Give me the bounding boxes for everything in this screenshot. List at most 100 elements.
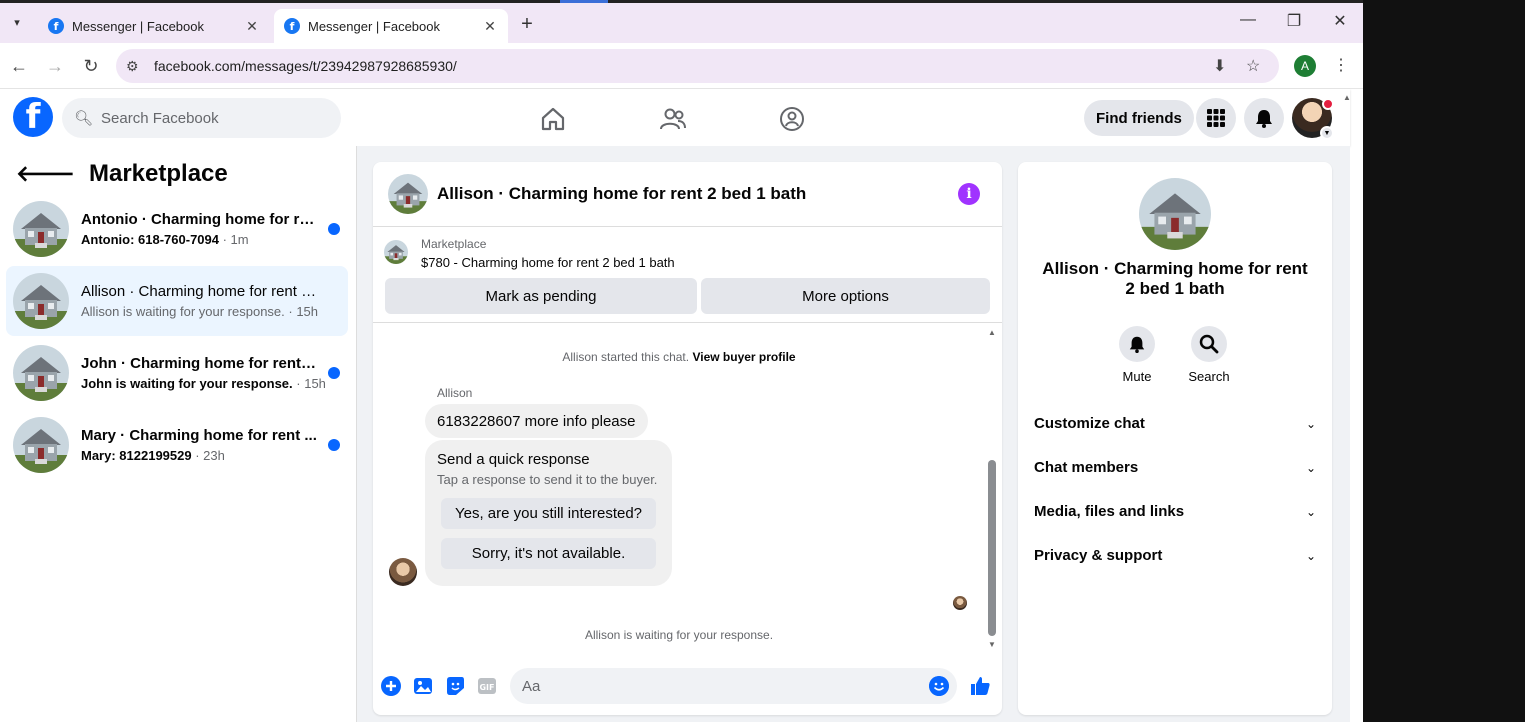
tab-title: Messenger | Facebook <box>308 18 440 34</box>
quick-response-option[interactable]: Yes, are you still interested? <box>441 498 656 529</box>
chat-members-section[interactable]: Chat members ⌄ <box>1034 459 1316 476</box>
minimize-icon[interactable]: — <box>1228 11 1268 29</box>
message-bubble[interactable]: 6183228607 more info please <box>425 404 648 438</box>
conversation-item[interactable]: Antonio · Charming home for re... Antonio… <box>6 194 348 264</box>
listing-price-title[interactable]: $780 - Charming home for rent 2 bed 1 ba… <box>421 255 675 270</box>
tab-search-chevron-icon[interactable]: ▾ <box>6 11 28 33</box>
privacy-support-section[interactable]: Privacy & support ⌄ <box>1034 547 1316 564</box>
notification-badge <box>1322 98 1334 110</box>
scroll-up-icon[interactable]: ▲ <box>988 328 996 337</box>
facebook-logo-icon[interactable]: f <box>13 97 53 137</box>
listing-large-thumbnail[interactable] <box>1139 178 1211 250</box>
customize-chat-section[interactable]: Customize chat ⌄ <box>1034 415 1316 432</box>
menu-grid-button[interactable] <box>1196 98 1236 138</box>
media-files-links-section[interactable]: Media, files and links ⌄ <box>1034 503 1316 520</box>
mute-button[interactable] <box>1119 326 1155 362</box>
facebook-search-input[interactable]: 🔍︎ Search Facebook <box>62 98 341 138</box>
install-app-icon[interactable]: ⬇ <box>1213 56 1226 76</box>
facebook-favicon-icon: f <box>48 18 64 34</box>
chevron-down-icon: ▼ <box>1320 126 1334 140</box>
back-arrow-icon[interactable]: 🡐 <box>16 161 75 187</box>
thread-scrollbar[interactable]: ▲ ▼ <box>987 324 997 650</box>
preview-time: · 1m <box>219 232 249 247</box>
conversation-name: John · Charming home for rent 2... <box>81 355 319 372</box>
conversation-preview: Mary: 8122199529 · 23h <box>81 448 319 463</box>
url-input[interactable]: facebook.com/messages/t/2394298792868593… <box>116 49 1279 83</box>
notifications-button[interactable] <box>1244 98 1284 138</box>
conversation-item[interactable]: Allison · Charming home for rent 2... All… <box>6 266 348 336</box>
conversation-text: Allison · Charming home for rent 2... All… <box>81 283 319 319</box>
panel-header: 🡐 Marketplace <box>16 160 228 188</box>
sender-name: Allison <box>437 386 473 400</box>
account-avatar[interactable]: ▼ <box>1292 98 1334 140</box>
reload-icon[interactable]: ↻ <box>80 56 102 77</box>
conversation-preview: Allison is waiting for your response. · … <box>81 304 319 319</box>
conversation-preview: Antonio: 618-760-7094 · 1m <box>81 232 319 247</box>
bookmark-star-icon[interactable]: ☆ <box>1246 56 1260 76</box>
unread-dot <box>328 439 340 451</box>
sender-avatar[interactable] <box>389 558 417 586</box>
gif-icon[interactable]: GIF <box>475 674 499 698</box>
listing-thumbnail[interactable] <box>388 174 428 214</box>
sticker-icon[interactable] <box>443 674 467 698</box>
section-label: Chat members <box>1034 459 1139 476</box>
browser-menu-icon[interactable]: ⋮ <box>1333 55 1349 75</box>
conversation-text: Mary · Charming home for rent ... Mary: 8… <box>81 427 319 463</box>
listing-thumbnail <box>13 417 69 473</box>
section-label: Media, files and links <box>1034 503 1185 520</box>
photo-icon[interactable] <box>411 674 435 698</box>
preview-time: · 15h <box>284 304 319 319</box>
tab-messenger-1[interactable]: f Messenger | Facebook ✕ <box>38 9 270 43</box>
info-icon[interactable]: i <box>958 183 980 205</box>
conversation-name: Antonio · Charming home for re... <box>81 211 319 228</box>
close-tab-icon[interactable]: ✕ <box>244 18 260 35</box>
find-friends-button[interactable]: Find friends <box>1084 100 1194 136</box>
thumbs-up-icon[interactable] <box>968 674 992 698</box>
view-buyer-profile-link[interactable]: View buyer profile <box>692 350 795 364</box>
preview-text: Mary: 8122199529 <box>81 448 192 463</box>
search-button[interactable] <box>1191 326 1227 362</box>
quick-response-option[interactable]: Sorry, it's not available. <box>441 538 656 569</box>
listing-thumbnail <box>13 201 69 257</box>
friends-icon[interactable] <box>659 105 687 133</box>
message-input[interactable]: Aa <box>510 668 957 704</box>
message-placeholder: Aa <box>522 677 541 695</box>
new-tab-icon[interactable]: + <box>516 13 538 36</box>
quick-response-subtext: Tap a response to send it to the buyer. <box>437 472 658 487</box>
browser-profile-avatar[interactable]: A <box>1294 55 1316 77</box>
tab-messenger-2[interactable]: f Messenger | Facebook ✕ <box>274 9 508 43</box>
chat-started-notice: Allison started this chat. View buyer pr… <box>373 350 985 364</box>
mute-action[interactable]: Mute <box>1107 326 1167 384</box>
scrollbar-thumb[interactable] <box>988 460 996 636</box>
bell-icon <box>1256 110 1272 128</box>
conversation-item[interactable]: John · Charming home for rent 2... John i… <box>6 338 348 408</box>
listing-thumbnail[interactable] <box>384 240 408 264</box>
conversation-item[interactable]: Mary · Charming home for rent ... Mary: 8… <box>6 410 348 480</box>
home-icon[interactable] <box>539 105 567 133</box>
close-window-icon[interactable]: ✕ <box>1320 11 1360 31</box>
listing-label: Marketplace <box>421 237 487 251</box>
chat-title[interactable]: Allison · Charming home for rent 2 bed 1… <box>437 184 806 204</box>
back-arrow-icon[interactable]: ← <box>8 56 30 77</box>
groups-icon[interactable] <box>778 105 806 133</box>
house-image <box>13 201 69 257</box>
site-settings-icon[interactable]: ⚙ <box>126 58 139 75</box>
preview-time: · 15h <box>292 376 326 391</box>
house-image <box>1139 178 1211 250</box>
emoji-icon[interactable] <box>929 676 949 696</box>
bell-icon <box>1129 336 1145 353</box>
search-action[interactable]: Search <box>1179 326 1239 384</box>
conversation-list-panel: 🡐 Marketplace Antonio · Charming home fo… <box>0 146 357 722</box>
page-title: Marketplace <box>89 160 228 187</box>
facebook-favicon-icon: f <box>284 18 300 34</box>
section-label: Privacy & support <box>1034 547 1163 564</box>
more-options-button[interactable]: More options <box>701 278 990 314</box>
chevron-down-icon: ⌄ <box>1305 504 1316 519</box>
close-tab-icon[interactable]: ✕ <box>482 18 498 35</box>
maximize-icon[interactable]: ❐ <box>1274 11 1314 31</box>
scroll-down-icon[interactable]: ▼ <box>988 640 996 649</box>
forward-arrow-icon[interactable]: → <box>44 56 66 77</box>
add-circle-icon[interactable] <box>379 674 403 698</box>
page-scroll-up-icon[interactable]: ▲ <box>1343 93 1351 102</box>
mark-as-pending-button[interactable]: Mark as pending <box>385 278 697 314</box>
